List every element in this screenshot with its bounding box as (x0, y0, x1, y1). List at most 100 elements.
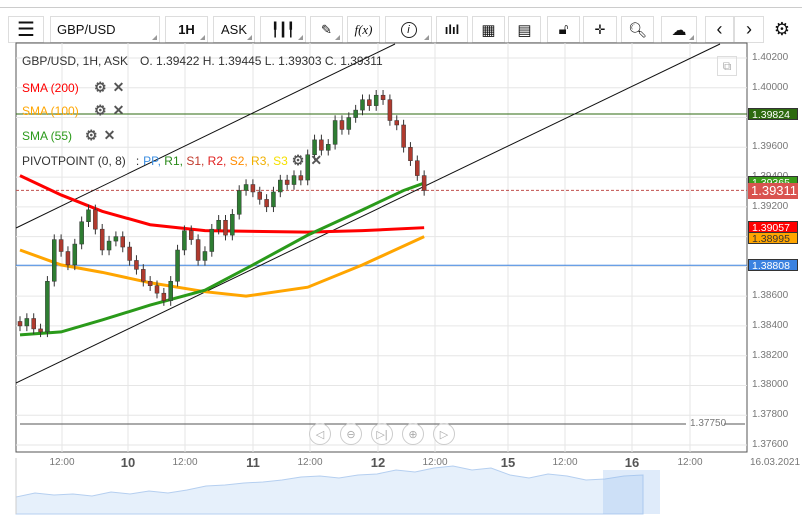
candle-body (24, 318, 30, 327)
candle-body (408, 147, 413, 161)
indicator-label: SMA (55) (22, 128, 73, 143)
candle-body (223, 219, 228, 236)
candle-body (243, 184, 249, 191)
price-axis-label: 1.37800 (752, 409, 789, 421)
time-axis-label: 10 (120, 455, 136, 470)
time-axis-label: 12:00 (49, 457, 75, 468)
price-axis-label: 1.38200 (752, 349, 789, 361)
price-tag: 1.39311 (748, 183, 798, 199)
time-axis-label: 11 (246, 455, 260, 470)
time-axis-label: 12:00 (552, 457, 578, 468)
close-icon[interactable]: ✕ (104, 127, 116, 144)
candle-body (202, 251, 208, 261)
indicator-sma-55: SMA (55) ⚙ ✕ (22, 127, 115, 144)
time-axis-label: 12:00 (422, 457, 448, 468)
price-axis-label: 1.40200 (752, 52, 789, 63)
gear-icon[interactable]: ⚙ (94, 79, 107, 96)
indicator-pivot: PIVOTPOINT (0, 8): PP, R1, S1, R2, S2, R3… (22, 152, 322, 169)
candle-body (17, 321, 23, 327)
close-icon[interactable]: ✕ (113, 79, 125, 96)
candle-body (250, 184, 256, 193)
gear-icon[interactable]: ⚙ (292, 152, 305, 169)
price-axis-label: 1.37600 (752, 439, 789, 450)
candle-body (52, 239, 57, 282)
candle-body (271, 191, 276, 208)
ohlc-values: O. 1.39422 H. 1.39445 L. 1.39303 C. 1.39… (140, 54, 383, 68)
candle-body (346, 117, 352, 130)
time-axis-label: 12 (370, 455, 386, 470)
indicator-sma-200: SMA (200) ⚙ ✕ (22, 79, 124, 96)
candle-body (120, 236, 125, 248)
candle-body (168, 281, 173, 301)
gear-icon[interactable]: ⚙ (94, 102, 107, 119)
pivot-item: PP, (143, 153, 165, 168)
candle-body (195, 239, 201, 261)
time-axis-label: 16.03.2021 (749, 457, 801, 468)
candle-body (326, 144, 331, 151)
time-axis-label: 12:00 (297, 457, 323, 468)
candle-body (421, 175, 427, 191)
time-axis-label: 12:00 (172, 457, 198, 468)
candle-body (339, 120, 345, 130)
pivot-item: R3, (251, 153, 274, 168)
candle-body (278, 179, 283, 193)
zoom-out-icon: ⊖ (346, 428, 356, 441)
pivot-item: R2, (207, 153, 230, 168)
close-icon[interactable]: ✕ (310, 152, 322, 169)
candle-body (415, 160, 420, 176)
candle-body (65, 251, 71, 266)
popout-icon: ⧉ (722, 59, 732, 73)
price-axis-label: 1.39200 (752, 200, 789, 212)
zoom-in-icon: ⊕ (408, 428, 418, 441)
candle-body (236, 190, 242, 215)
popout-button[interactable]: ⧉ (717, 56, 737, 76)
candle-body (31, 318, 36, 330)
candle-body (209, 228, 215, 252)
price-axis-label: 1.40000 (752, 81, 789, 93)
candle-body (189, 230, 194, 240)
chart-header: GBP/USD, 1H, ASK O. 1.39422 H. 1.39445 L… (22, 54, 383, 68)
pivot-item: R1, (164, 153, 187, 168)
candle-body (106, 240, 112, 251)
candle-body (72, 243, 78, 266)
time-axis-label: 12:00 (677, 457, 703, 468)
candle-body (99, 228, 105, 251)
nav-zoom-out-button[interactable]: ⊖ (340, 423, 362, 445)
triangle-left-icon: ◁ (315, 428, 325, 441)
candle-body (332, 120, 338, 145)
time-axis-label: 15 (500, 455, 516, 470)
price-axis-label: 1.38000 (752, 379, 789, 391)
candle-body (367, 99, 372, 106)
indicator-label: SMA (100) (22, 103, 79, 118)
candle-body (298, 175, 304, 181)
time-axis-label: 16 (624, 455, 640, 470)
plot-area (15, 42, 748, 453)
nav-zoom-in-button[interactable]: ⊕ (402, 423, 424, 445)
nav-latest-button[interactable]: ▷| (371, 423, 393, 445)
candle-body (93, 209, 98, 230)
price-tag: 1.38995 (748, 232, 798, 245)
candle-body (387, 99, 393, 121)
price-axis-label: 1.38400 (752, 319, 789, 331)
candle-body (45, 281, 50, 333)
price-tag: 1.38808 (748, 259, 798, 272)
nav-next-button[interactable]: ▷ (433, 423, 455, 445)
close-icon[interactable]: ✕ (113, 102, 125, 119)
candle-body (291, 175, 297, 185)
candle-body (319, 139, 324, 151)
pivot-item: S3 (273, 153, 288, 168)
candle-body (182, 230, 187, 251)
candle-body (216, 219, 221, 230)
candle-body (353, 109, 358, 118)
skip-end-icon: ▷| (376, 428, 388, 441)
pivot-item: S2, (229, 153, 252, 168)
indicator-label: PIVOTPOINT (0, 8) (22, 153, 126, 168)
pivot-items: PP, R1, S1, R2, S2, R3, S3 (143, 154, 288, 168)
nav-prev-button[interactable]: ◁ (309, 423, 331, 445)
candle-body (264, 199, 269, 208)
indicator-sma-100: SMA (100) ⚙ ✕ (22, 102, 124, 119)
candle-body (147, 281, 153, 286)
gear-icon[interactable]: ⚙ (85, 127, 98, 144)
candle-body (141, 269, 146, 282)
candle-body (284, 179, 290, 185)
